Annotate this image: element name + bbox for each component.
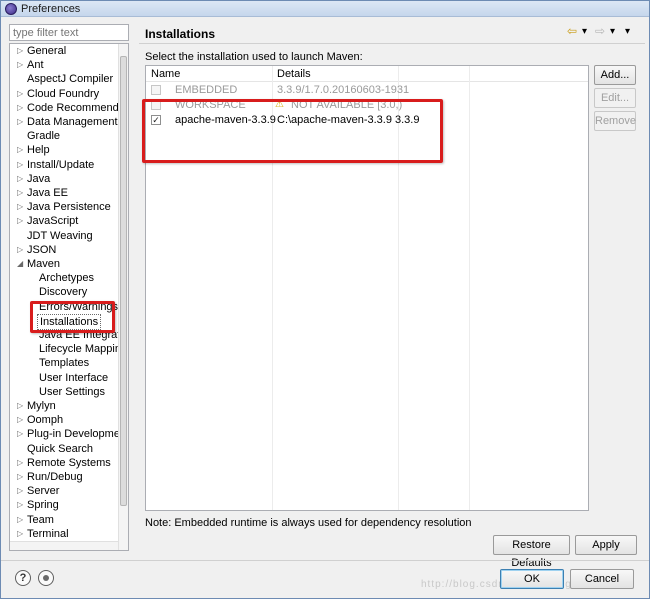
installation-checkbox[interactable]	[151, 85, 161, 95]
collapsed-triangle-icon[interactable]: ▷	[17, 427, 25, 441]
add-button[interactable]: Add...	[594, 65, 636, 85]
remove-button[interactable]: Remove	[594, 111, 636, 131]
view-menu-icon[interactable]: ▾	[625, 26, 630, 37]
forward-dropdown-icon[interactable]: ▾	[610, 26, 615, 37]
tree-item-label: Discovery	[39, 286, 88, 299]
apply-button[interactable]: Apply	[575, 535, 637, 555]
tree-item-label: JSON	[27, 243, 57, 256]
collapsed-triangle-icon[interactable]: ▷	[17, 214, 25, 228]
collapsed-triangle-icon[interactable]: ▷	[17, 470, 25, 484]
tree-item-label: AspectJ Compiler	[27, 73, 114, 86]
tree-item-label: Spring	[27, 499, 59, 512]
tree-item-label: General	[27, 45, 67, 57]
tree-item-label: Ant	[27, 59, 44, 72]
highlight-box-installation	[142, 99, 443, 163]
cancel-button[interactable]: Cancel	[570, 569, 634, 589]
ok-button[interactable]: OK	[500, 569, 564, 589]
tree-item-label: Remote Systems	[27, 456, 111, 469]
header-divider	[139, 43, 645, 44]
footer-divider	[1, 560, 649, 561]
expanded-triangle-icon[interactable]: ◢	[17, 257, 25, 271]
forward-arrow-icon[interactable]: ⇨	[595, 24, 605, 38]
installation-name: EMBEDDED	[175, 84, 238, 96]
tree-item-label: Maven	[27, 258, 61, 270]
filter-input[interactable]	[9, 24, 129, 41]
tree-item-label: Java Persistence	[27, 201, 111, 214]
collapsed-triangle-icon[interactable]: ▷	[17, 101, 25, 115]
edit-button[interactable]: Edit...	[594, 88, 636, 108]
table-header: Name Details	[146, 66, 588, 82]
collapsed-triangle-icon[interactable]: ▷	[17, 115, 25, 129]
help-icon[interactable]: ?	[15, 570, 31, 586]
tree-item-label: Terminal	[27, 527, 69, 540]
tree-item-label: Plug-in Development	[27, 428, 129, 441]
collapsed-triangle-icon[interactable]: ▷	[17, 200, 25, 214]
highlight-box-installations-item	[30, 301, 115, 333]
collapsed-triangle-icon[interactable]: ▷	[17, 498, 25, 512]
tree-item-label: Oomph	[27, 414, 64, 427]
title-bar: Preferences	[1, 1, 649, 17]
collapsed-triangle-icon[interactable]: ▷	[17, 186, 25, 200]
tree-horizontal-scrollbar[interactable]	[10, 541, 118, 550]
collapsed-triangle-icon[interactable]: ▷	[17, 44, 25, 58]
tree-item-label: Gradle	[27, 130, 61, 143]
collapsed-triangle-icon[interactable]: ▷	[17, 484, 25, 498]
back-arrow-icon[interactable]: ⇦	[567, 24, 577, 38]
collapsed-triangle-icon[interactable]: ▷	[17, 58, 25, 72]
column-header-details[interactable]: Details	[277, 68, 311, 80]
tree-item-label: Code Recommenders	[27, 101, 129, 114]
collapsed-triangle-icon[interactable]: ▷	[17, 413, 25, 427]
table-row[interactable]: EMBEDDED 3.3.9/1.7.0.20160603-1931	[146, 83, 588, 98]
collapsed-triangle-icon[interactable]: ▷	[17, 399, 25, 413]
tree-scrollbar[interactable]	[118, 44, 128, 550]
preference-tree: ▷ General ▷ Ant AspectJ Compiler ▷ Cloud Found…	[9, 43, 129, 551]
tree-item-label: Lifecycle Mapping	[39, 343, 128, 356]
collapsed-triangle-icon[interactable]: ▷	[17, 143, 25, 157]
window-title: Preferences	[21, 3, 81, 15]
tree-item-label: User Interface	[39, 371, 109, 384]
instruction-label: Select the installation used to launch M…	[145, 51, 363, 63]
eclipse-icon	[5, 3, 17, 15]
tree-item-label: Quick Search	[27, 442, 94, 455]
tree-item-label: Data Management	[27, 116, 118, 128]
preferences-window: Preferences ▷General▷AntAspectJ Compiler…	[0, 0, 650, 599]
column-separator	[469, 66, 470, 510]
restore-defaults-button[interactable]: Restore Defaults	[493, 535, 570, 569]
collapsed-triangle-icon[interactable]: ▷	[17, 456, 25, 470]
tree-item-label: Run/Debug	[27, 471, 83, 483]
collapsed-triangle-icon[interactable]: ▷	[17, 158, 25, 172]
tree-item-label: Help	[27, 144, 50, 157]
tree-item-label: Install/Update	[27, 158, 95, 171]
collapsed-triangle-icon[interactable]: ▷	[17, 243, 25, 257]
column-header-name[interactable]: Name	[151, 68, 180, 80]
tree-item-label: Server	[27, 485, 60, 498]
tree-item-label: JDT Weaving	[27, 229, 93, 242]
tree-item-label: JavaScript	[27, 215, 79, 228]
tree-scroll-thumb[interactable]	[120, 56, 127, 506]
tree-item-label: User Settings	[39, 385, 106, 398]
record-icon[interactable]	[38, 570, 54, 586]
collapsed-triangle-icon[interactable]: ▷	[17, 513, 25, 527]
tree-item-label: Mylyn	[27, 400, 56, 412]
tree-item-label: Archetypes	[39, 272, 95, 285]
page-title: Installations	[145, 27, 216, 41]
tree-item-label: Java EE	[27, 187, 68, 199]
collapsed-triangle-icon[interactable]: ▷	[17, 527, 25, 541]
collapsed-triangle-icon[interactable]: ▷	[17, 87, 25, 101]
tree-item-label: Cloud Foundry	[27, 87, 100, 100]
back-dropdown-icon[interactable]: ▾	[582, 26, 587, 37]
installation-details: 3.3.9/1.7.0.20160603-1931	[277, 84, 410, 96]
page-navigation: ⇦ ▾ ⇨ ▾ ▾	[567, 24, 637, 40]
collapsed-triangle-icon[interactable]: ▷	[17, 172, 25, 186]
tree-item-label: Java	[27, 172, 51, 185]
embedded-runtime-note: Note: Embedded runtime is always used fo…	[145, 517, 472, 529]
tree-item-label: Templates	[39, 357, 90, 370]
tree-item-label: Team	[27, 513, 54, 526]
